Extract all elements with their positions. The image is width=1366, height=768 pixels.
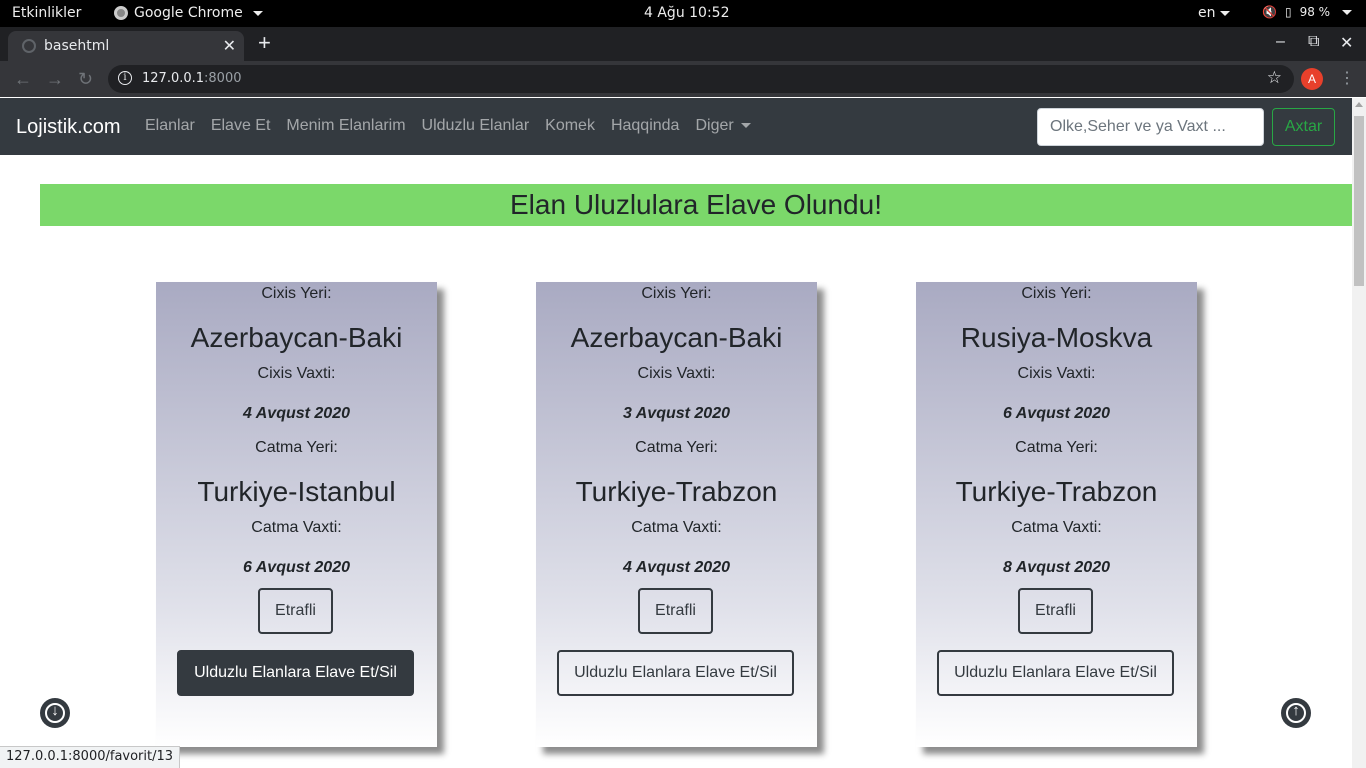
chevron-down-icon — [252, 10, 263, 16]
search-button[interactable]: Axtar — [1272, 108, 1335, 146]
arrow-up-icon: ↑ — [1292, 702, 1300, 719]
arrival-place-label: Catma Yeri: — [255, 439, 338, 456]
clock[interactable]: 4 Ağu 10:52 — [644, 5, 730, 21]
arrow-down-icon: ↓ — [51, 702, 59, 719]
forward-icon[interactable]: → — [46, 69, 64, 90]
arrival-date: 6 Avqust 2020 — [242, 559, 350, 576]
language-label: en — [1198, 5, 1216, 21]
nav-link-elave-et[interactable]: Elave Et — [211, 117, 271, 135]
departure-time-label: Cixis Vaxti: — [257, 365, 336, 382]
listing-card: Cixis Yeri: Azerbaycan-Baki Cixis Vaxti:… — [536, 282, 817, 747]
scrollbar-thumb[interactable] — [1354, 116, 1364, 286]
arrival-time-label: Catma Vaxti: — [251, 519, 342, 536]
loading-favicon-icon — [22, 39, 36, 53]
system-tray[interactable]: 🔇 ▯ 98 % — [1262, 5, 1353, 19]
address-url: 127.0.0.1:8000 — [142, 71, 242, 86]
site-navbar: Lojistik.com Elanlar Elave Et Menim Elan… — [0, 98, 1352, 155]
arrival-place: Turkiye-Trabzon — [955, 476, 1158, 507]
favorite-toggle-button[interactable]: Ulduzlu Elanlara Elave Et/Sil — [177, 650, 414, 696]
nav-link-menim-elanlarim[interactable]: Menim Elanlarim — [286, 117, 405, 135]
scroll-down-button[interactable]: ↓ — [40, 698, 70, 728]
departure-place: Azerbaycan-Baki — [190, 322, 403, 353]
language-indicator[interactable]: en — [1198, 5, 1230, 21]
brand-logo[interactable]: Lojistik.com — [16, 116, 120, 139]
arrival-date: 8 Avqust 2020 — [1002, 559, 1110, 576]
nav-link-komek[interactable]: Komek — [545, 117, 595, 135]
profile-avatar[interactable]: A — [1301, 68, 1323, 90]
url-port: :8000 — [204, 71, 242, 86]
restore-icon[interactable]: ⧉ — [1308, 33, 1319, 51]
departure-place-label: Cixis Yeri: — [1021, 285, 1092, 302]
close-tab-icon[interactable]: ✕ — [223, 36, 236, 56]
scroll-up-arrow-icon[interactable] — [1355, 102, 1363, 107]
browser-tab[interactable]: basehtml ✕ — [8, 31, 244, 61]
details-button[interactable]: Etrafli — [638, 588, 713, 634]
os-top-bar: Etkinlikler Google Chrome 4 Ağu 10:52 en… — [0, 0, 1366, 27]
departure-time-label: Cixis Vaxti: — [1017, 365, 1096, 382]
info-icon[interactable]: i — [118, 71, 132, 85]
nav-link-haqqinda[interactable]: Haqqinda — [611, 117, 680, 135]
departure-time-label: Cixis Vaxti: — [637, 365, 716, 382]
minimize-icon[interactable]: – — [1276, 33, 1285, 51]
listing-card: Cixis Yeri: Rusiya-Moskva Cixis Vaxti: 6… — [916, 282, 1197, 747]
arrival-place: Turkiye-Trabzon — [575, 476, 778, 507]
nav-link-ulduzlu-elanlar[interactable]: Ulduzlu Elanlar — [422, 117, 530, 135]
nav-links: Elanlar Elave Et Menim Elanlarim Ulduzlu… — [145, 117, 751, 135]
nav-dropdown-label: Diger — [695, 117, 734, 134]
chevron-down-icon — [740, 123, 751, 129]
departure-place: Azerbaycan-Baki — [570, 322, 783, 353]
more-menu-icon[interactable]: ⋮ — [1339, 68, 1355, 88]
page-scrollbar[interactable] — [1352, 98, 1366, 768]
arrival-time-label: Catma Vaxti: — [1011, 519, 1102, 536]
tab-title: basehtml — [44, 38, 110, 54]
nav-link-elanlar[interactable]: Elanlar — [145, 117, 195, 135]
browser-toolbar: ← → ↻ i 127.0.0.1:8000 ☆ A ⋮ — [0, 61, 1366, 97]
favorite-toggle-button[interactable]: Ulduzlu Elanlara Elave Et/Sil — [937, 650, 1174, 696]
battery-percent: 98 % — [1299, 5, 1331, 19]
address-bar[interactable]: i 127.0.0.1:8000 ☆ — [108, 65, 1294, 93]
favorite-toggle-button[interactable]: Ulduzlu Elanlara Elave Et/Sil — [557, 650, 794, 696]
arrival-place: Turkiye-Istanbul — [197, 476, 396, 507]
departure-date: 6 Avqust 2020 — [1002, 405, 1110, 422]
back-icon[interactable]: ← — [14, 69, 32, 90]
details-button[interactable]: Etrafli — [1018, 588, 1093, 634]
app-menu[interactable]: Google Chrome — [114, 5, 263, 21]
listing-card: Cixis Yeri: Azerbaycan-Baki Cixis Vaxti:… — [156, 282, 437, 747]
url-host: 127.0.0.1 — [142, 71, 205, 86]
reload-icon[interactable]: ↻ — [78, 69, 93, 90]
search-input[interactable] — [1037, 108, 1264, 146]
chevron-down-icon — [1342, 9, 1353, 15]
departure-date: 4 Avqust 2020 — [242, 405, 350, 422]
link-status-bubble: 127.0.0.1:8000/favorit/13 — [0, 746, 181, 768]
chevron-down-icon — [1219, 10, 1230, 16]
app-menu-label: Google Chrome — [134, 5, 243, 21]
scroll-up-button[interactable]: ↑ — [1281, 698, 1311, 728]
departure-place: Rusiya-Moskva — [960, 322, 1153, 353]
battery-icon: ▯ — [1284, 5, 1292, 19]
departure-date: 3 Avqust 2020 — [622, 405, 730, 422]
bookmark-star-icon[interactable]: ☆ — [1267, 68, 1282, 88]
arrival-place-label: Catma Yeri: — [1015, 439, 1098, 456]
activities-button[interactable]: Etkinlikler — [12, 5, 81, 21]
volume-muted-icon: 🔇 — [1262, 5, 1277, 19]
nav-dropdown-diger[interactable]: Diger — [695, 117, 751, 135]
arrival-time-label: Catma Vaxti: — [631, 519, 722, 536]
close-window-icon[interactable]: ✕ — [1340, 33, 1353, 53]
success-alert: Elan Uluzlulara Elave Olundu! — [40, 184, 1352, 226]
details-button[interactable]: Etrafli — [258, 588, 333, 634]
chrome-icon — [114, 6, 128, 20]
browser-tab-strip: basehtml ✕ + – ⧉ ✕ — [0, 27, 1366, 61]
arrival-place-label: Catma Yeri: — [635, 439, 718, 456]
departure-place-label: Cixis Yeri: — [641, 285, 712, 302]
arrival-date: 4 Avqust 2020 — [622, 559, 730, 576]
departure-place-label: Cixis Yeri: — [261, 285, 332, 302]
new-tab-button[interactable]: + — [258, 32, 271, 54]
